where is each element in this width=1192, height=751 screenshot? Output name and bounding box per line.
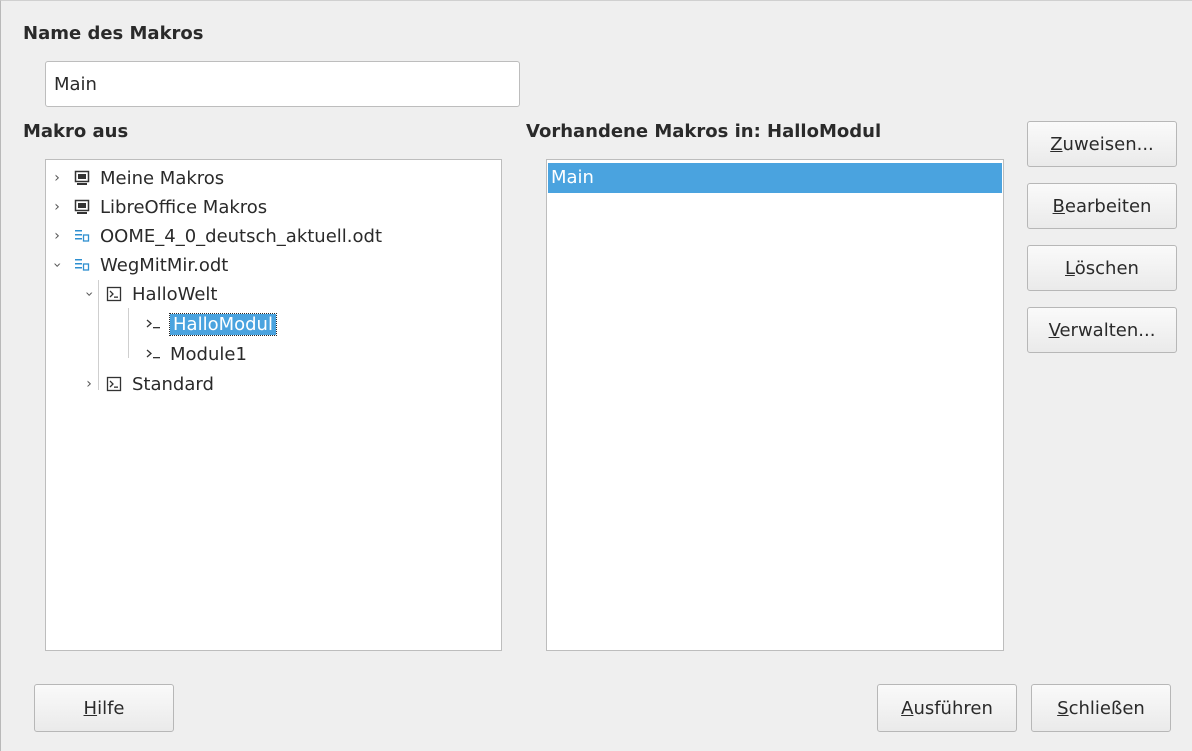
chevron-down-icon[interactable]: › xyxy=(49,258,65,272)
tree-item-meine-makros[interactable]: › Meine Makros xyxy=(50,164,224,192)
close-button[interactable]: Schließen xyxy=(1031,684,1171,732)
chevron-right-icon[interactable]: › xyxy=(82,377,96,391)
chevron-right-icon[interactable]: › xyxy=(50,229,64,243)
macro-name-input[interactable] xyxy=(45,61,520,107)
help-button[interactable]: Hilfe xyxy=(34,684,174,732)
assign-button[interactable]: Zuweisen... xyxy=(1027,121,1177,167)
run-button[interactable]: Ausführen xyxy=(877,684,1017,732)
tree-item-module1-module[interactable]: Module1 xyxy=(140,340,247,368)
computer-icon xyxy=(72,197,92,217)
chevron-right-icon[interactable]: › xyxy=(50,171,64,185)
macro-source-label: Makro aus xyxy=(23,121,129,142)
tree-item-hallowelt-library[interactable]: › HalloWelt xyxy=(81,280,218,308)
tree-item-wegmitmir-document[interactable]: › WegMitMir.odt xyxy=(49,251,229,279)
tree-item-hallomodul-module[interactable]: HalloModul xyxy=(140,310,277,338)
tree-item-label: HalloWelt xyxy=(132,283,218,305)
tree-item-label: LibreOffice Makros xyxy=(100,196,268,218)
tree-item-label: WegMitMir.odt xyxy=(100,254,229,276)
macro-library-tree[interactable]: › Meine Makros › LibreOffice Makros › OO… xyxy=(45,159,502,651)
library-icon xyxy=(104,284,124,304)
tree-item-label: Meine Makros xyxy=(100,167,225,189)
delete-button[interactable]: Löschen xyxy=(1027,245,1177,291)
document-icon xyxy=(72,226,92,246)
organize-button[interactable]: Verwalten... xyxy=(1027,307,1177,353)
list-item-selected[interactable]: Main xyxy=(548,163,1002,193)
edit-button[interactable]: Bearbeiten xyxy=(1027,183,1177,229)
tree-item-label-selected: HalloModul xyxy=(169,312,277,336)
chevron-down-icon[interactable]: › xyxy=(81,287,97,301)
document-icon xyxy=(72,255,92,275)
existing-macros-label: Vorhandene Makros in: HalloModul xyxy=(526,121,882,142)
tree-item-label: OOME_4_0_deutsch_aktuell.odt xyxy=(100,225,383,247)
tree-item-oome-document[interactable]: › OOME_4_0_deutsch_aktuell.odt xyxy=(50,222,382,250)
module-icon xyxy=(144,314,164,334)
macro-name-label: Name des Makros xyxy=(23,23,204,44)
chevron-right-icon[interactable]: › xyxy=(50,200,64,214)
tree-item-standard-library[interactable]: › Standard xyxy=(82,370,214,398)
tree-item-libreoffice-makros[interactable]: › LibreOffice Makros xyxy=(50,193,267,221)
macro-selector-dialog: Name des Makros Makro aus › Meine Makros… xyxy=(0,0,1192,751)
tree-item-label: Module1 xyxy=(170,343,247,365)
computer-icon xyxy=(72,168,92,188)
library-icon xyxy=(104,374,124,394)
tree-item-label: Standard xyxy=(132,373,214,395)
module-icon xyxy=(144,344,164,364)
existing-macros-list[interactable]: Main xyxy=(546,159,1004,651)
